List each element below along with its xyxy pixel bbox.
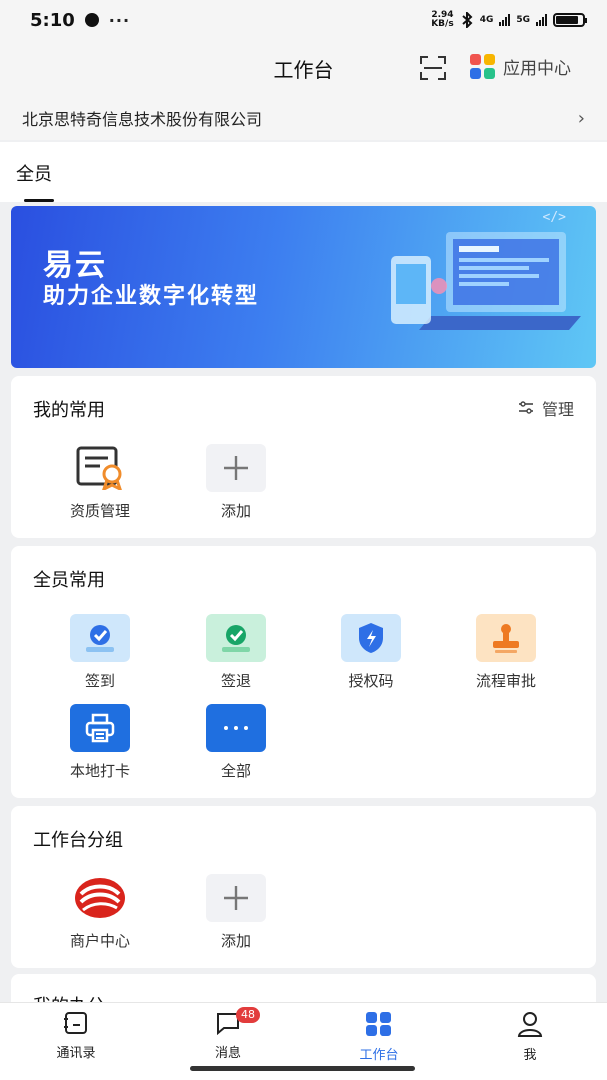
- my-common-title: 我的常用: [33, 400, 105, 421]
- my-common-card: 我的常用 管理 资质管理 添加: [11, 376, 596, 538]
- shortcut-all[interactable]: 全部: [181, 704, 291, 781]
- shortcut-label: 签到: [84, 672, 115, 690]
- shortcut-label: 流程审批: [475, 672, 536, 690]
- workbench-icon: [366, 1012, 391, 1036]
- status-time: 5:10: [30, 9, 75, 31]
- company-name: 北京思特奇信息技术股份有限公司: [22, 110, 263, 129]
- notification-dot-icon: [84, 13, 99, 27]
- shield-icon: [341, 614, 401, 662]
- battery-icon: [553, 13, 587, 27]
- shortcut-add[interactable]: 添加: [181, 444, 291, 521]
- printer-icon: [70, 704, 130, 752]
- group-merchant-center[interactable]: 商户中心: [45, 874, 155, 951]
- plus-icon: [206, 874, 266, 922]
- nav-contacts[interactable]: 通讯录: [26, 1011, 126, 1061]
- settings-sliders-icon: [518, 401, 533, 414]
- shortcut-label: 添加: [220, 932, 251, 950]
- nav-label: 通讯录: [56, 1046, 96, 1061]
- check-out-icon: [206, 614, 266, 662]
- chevron-right-icon: ›: [577, 107, 585, 129]
- app-center-button[interactable]: 应用中心: [470, 54, 571, 79]
- sim2-label: 5G: [516, 15, 530, 25]
- shortcut-label: 本地打卡: [69, 762, 130, 780]
- more-icon: [206, 704, 266, 752]
- shortcut-label: 授权码: [348, 672, 394, 690]
- workbench-groups-title: 工作台分组: [33, 830, 123, 851]
- all-common-title: 全员常用: [33, 570, 105, 591]
- shortcut-label: 全部: [220, 762, 251, 780]
- nav-me[interactable]: 我: [480, 1011, 580, 1063]
- manage-button[interactable]: 管理: [518, 396, 574, 420]
- more-notifications-icon: ···: [108, 10, 131, 30]
- shortcut-label: 添加: [220, 502, 251, 520]
- shortcut-label: 签退: [220, 672, 251, 690]
- nav-label: 我: [523, 1048, 537, 1063]
- person-icon: [517, 1012, 543, 1037]
- company-selector[interactable]: 北京思特奇信息技术股份有限公司 ›: [0, 96, 607, 140]
- nav-messages[interactable]: 48 消息: [178, 1007, 278, 1061]
- signal-icon: [499, 14, 511, 26]
- shortcut-approval[interactable]: 流程审批: [451, 614, 561, 691]
- certificate-icon: [70, 444, 130, 492]
- shortcut-label: 资质管理: [69, 502, 130, 520]
- contacts-icon: [64, 1012, 87, 1034]
- workbench-groups-card: 工作台分组 商户中心 添加: [11, 806, 596, 968]
- shortcut-qualification[interactable]: 资质管理: [45, 444, 155, 521]
- laptop-illustration-icon: [391, 232, 581, 330]
- shortcut-auth-code[interactable]: 授权码: [316, 614, 426, 691]
- status-bar: 5:10 ··· 2.94 KB/s 4G 5G: [0, 0, 607, 40]
- shortcut-label: 商户中心: [69, 932, 130, 950]
- promo-banner[interactable]: 易云 助力企业数字化转型 </>: [11, 206, 596, 368]
- manage-label: 管理: [541, 400, 574, 419]
- message-count-badge: 48: [236, 1007, 260, 1023]
- shortcut-check-in[interactable]: 签到: [45, 614, 155, 691]
- plus-icon: [206, 444, 266, 492]
- tab-all-members[interactable]: 全员: [16, 160, 52, 186]
- app-center-label: 应用中心: [503, 59, 571, 79]
- nav-workbench[interactable]: 工作台: [329, 1011, 429, 1063]
- check-in-icon: [70, 614, 130, 662]
- tab-bar: 全员: [0, 142, 607, 202]
- merchant-logo-icon: [70, 874, 130, 922]
- scan-icon[interactable]: [420, 56, 446, 80]
- home-indicator[interactable]: [190, 1066, 415, 1071]
- bluetooth-icon: [462, 12, 473, 28]
- group-add[interactable]: 添加: [181, 874, 291, 951]
- signal-icon-2: [536, 14, 547, 26]
- app-header: 工作台 应用中心: [0, 40, 607, 96]
- all-common-card: 全员常用 签到 签退 授权码 流程审批 本地打卡 全部: [11, 546, 596, 798]
- stamp-icon: [476, 614, 536, 662]
- nav-label: 工作台: [359, 1048, 399, 1063]
- tab-active-indicator: [24, 199, 54, 202]
- shortcut-check-out[interactable]: 签退: [181, 614, 291, 691]
- app-center-icon: [470, 54, 495, 79]
- shortcut-local-clock-in[interactable]: 本地打卡: [45, 704, 155, 781]
- banner-subtitle: 助力企业数字化转型: [43, 284, 260, 309]
- network-speed: 2.94 KB/s: [431, 10, 454, 29]
- nav-label: 消息: [214, 1046, 241, 1061]
- banner-code-tag: </>: [542, 210, 566, 225]
- sim1-label: 4G: [479, 15, 494, 25]
